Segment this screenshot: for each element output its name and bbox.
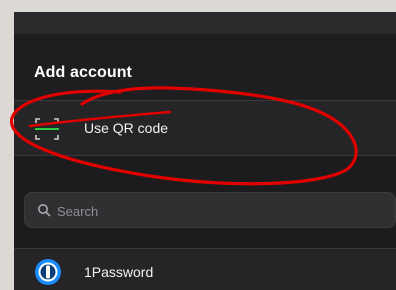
search-input[interactable] (55, 193, 389, 229)
app-item-1password[interactable]: 1Password (14, 248, 396, 290)
search-field[interactable] (24, 192, 396, 229)
app-screen: Add account Use QR code 1Password (14, 12, 396, 290)
app-name-1password: 1Password (84, 264, 154, 280)
use-qr-code-option[interactable]: Use QR code (14, 100, 396, 156)
search-section (14, 156, 396, 248)
search-icon (38, 204, 51, 217)
onepassword-logo-icon (35, 259, 61, 285)
use-qr-code-label: Use QR code (84, 120, 169, 136)
page-title: Add account (34, 64, 132, 81)
status-bar (14, 12, 396, 34)
qr-scan-icon (35, 118, 59, 140)
